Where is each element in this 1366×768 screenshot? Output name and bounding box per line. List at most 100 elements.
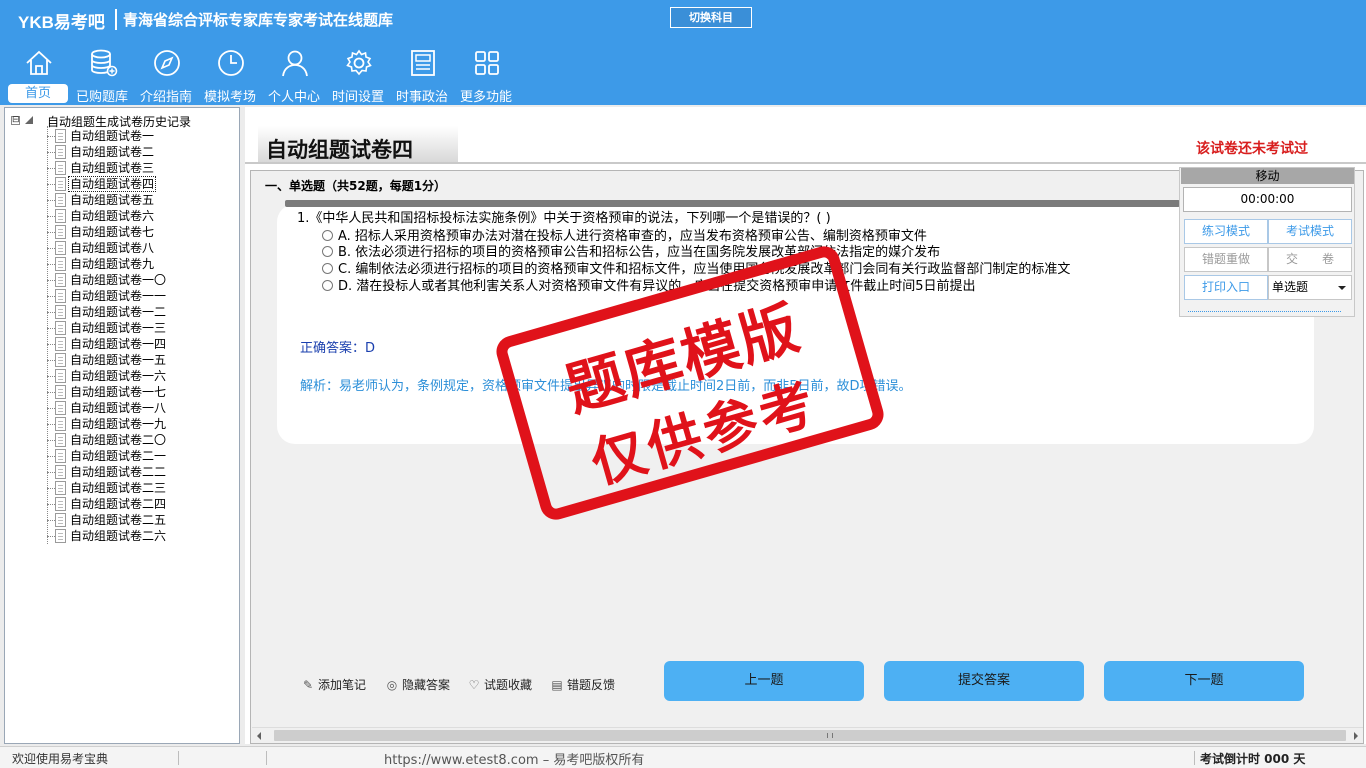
tree-connector xyxy=(47,456,55,457)
correct-answer: 正确答案：D xyxy=(300,341,376,356)
tree-item-label: 自动组题试卷一〇 xyxy=(70,273,167,287)
switch-subject-button[interactable]: 切换科目 xyxy=(670,7,752,28)
scroll-thumb[interactable] xyxy=(274,730,1346,741)
radio-icon[interactable] xyxy=(322,246,333,257)
document-icon xyxy=(55,449,66,463)
gear-icon xyxy=(346,49,372,76)
document-icon xyxy=(55,289,66,303)
tree-item-label: 自动组题试卷一三 xyxy=(70,321,167,335)
control-panel-scroll[interactable] xyxy=(1188,311,1341,314)
paper-title: 自动组题试卷四 xyxy=(266,138,413,162)
submit-paper-button[interactable]: 交 卷 xyxy=(1268,247,1352,272)
option-a[interactable]: A. 招标人采用资格预审办法对潜在投标人进行资格审查的，应当发布资格预审公告、编… xyxy=(322,225,927,244)
nav-time-settings[interactable]: 时间设置 xyxy=(326,46,390,105)
tree-connector xyxy=(47,280,55,281)
document-icon xyxy=(55,225,66,239)
prev-question-button[interactable]: 上一题 xyxy=(664,661,864,701)
status-divider xyxy=(1194,751,1195,765)
tree-item-label: 自动组题试卷一四 xyxy=(70,337,167,351)
clock-icon xyxy=(218,50,244,76)
nav-more-features[interactable]: 更多功能 xyxy=(454,46,518,105)
feedback-icon: ▤ xyxy=(551,678,563,692)
tree-connector xyxy=(47,264,55,265)
horizontal-scrollbar[interactable] xyxy=(252,727,1363,743)
tool-label: 错题反馈 xyxy=(567,678,616,692)
nav-label: 模拟考场 xyxy=(203,90,256,105)
nav-label: 已购题库 xyxy=(75,90,128,105)
option-c[interactable]: C. 编制依法必须进行招标的项目的资格预审文件和招标文件，应当使用国务院发展改革… xyxy=(322,258,1070,277)
document-icon xyxy=(55,337,66,351)
tree-connector xyxy=(47,200,55,201)
hide-answer-tool[interactable]: ◎ 隐藏答案 xyxy=(385,676,450,693)
timer-display: 00:00:00 xyxy=(1183,187,1352,212)
tree-item-label: 自动组题试卷一六 xyxy=(70,369,167,383)
document-icon xyxy=(55,497,66,511)
document-icon xyxy=(55,193,66,207)
document-icon xyxy=(55,305,66,319)
option-b[interactable]: B. 依法必须进行招标的项目的资格预审公告和招标公告，应当在国务院发展改革部门依… xyxy=(322,241,940,260)
title-separator xyxy=(115,9,117,30)
redo-wrong-button[interactable]: 错题重做 xyxy=(1184,247,1268,272)
radio-icon[interactable] xyxy=(322,230,333,241)
exam-countdown: 考试倒计时 000 天 xyxy=(1200,752,1306,766)
tree-item-label: 自动组题试卷五 xyxy=(70,193,155,207)
practice-mode-button[interactable]: 练习模式 xyxy=(1184,219,1268,244)
document-icon xyxy=(55,529,66,543)
tree-item-label: 自动组题试卷一七 xyxy=(70,385,167,399)
error-feedback-tool[interactable]: ▤ 错题反馈 xyxy=(550,676,615,693)
submit-answer-button[interactable]: 提交答案 xyxy=(884,661,1084,701)
document-icon xyxy=(55,321,66,335)
document-icon xyxy=(55,241,66,255)
tree-item-label: 自动组题试卷二六 xyxy=(70,529,167,543)
tree-item-label: 自动组题试卷二三 xyxy=(70,481,167,495)
tree-connector xyxy=(47,408,55,409)
tree-item-label: 自动组题试卷二 xyxy=(70,145,155,159)
nav-personal-center[interactable]: 个人中心 xyxy=(262,46,326,105)
nav-mock-exam[interactable]: 模拟考场 xyxy=(198,46,262,105)
tree-item-label: 自动组题试卷六 xyxy=(70,209,155,223)
tree-connector xyxy=(47,184,55,185)
question-type-select[interactable]: 单选题 xyxy=(1268,275,1352,300)
tree-connector xyxy=(47,536,55,537)
tree-item-label: 自动组题试卷九 xyxy=(70,257,155,271)
nav-label: 时间设置 xyxy=(331,90,384,105)
nav-label: 首页 xyxy=(8,84,68,103)
document-icon xyxy=(55,465,66,479)
tree-item-label: 自动组题试卷八 xyxy=(70,241,155,255)
database-icon xyxy=(91,49,118,77)
option-d[interactable]: D. 潜在投标人或者其他利害关系人对资格预审文件有异议的，应当在提交资格预审申请… xyxy=(322,275,976,294)
nav-home[interactable]: 首页 xyxy=(6,46,70,104)
collapse-toggle-icon[interactable]: ⊟ xyxy=(11,116,20,125)
scroll-right-icon[interactable] xyxy=(1354,732,1358,740)
tree-connector xyxy=(47,312,55,313)
document-icon xyxy=(55,353,66,367)
nav-label: 介绍指南 xyxy=(139,90,192,105)
nav-label: 更多功能 xyxy=(459,90,512,105)
move-handle[interactable]: 移动 xyxy=(1181,168,1354,184)
exam-mode-button[interactable]: 考试模式 xyxy=(1268,219,1352,244)
print-button[interactable]: 打印入口 xyxy=(1184,275,1268,300)
app-logo: YKB易考吧 xyxy=(18,13,105,32)
status-bar: 欢迎使用易考宝典 https://www.etest8.com – 易考吧版权所… xyxy=(0,746,1366,768)
favorite-tool[interactable]: ♡ 试题收藏 xyxy=(467,676,532,693)
tree-item-label: 自动组题试卷七 xyxy=(70,225,155,239)
radio-icon[interactable] xyxy=(322,263,333,274)
document-icon xyxy=(55,129,66,143)
nav-current-affairs[interactable]: 时事政治 xyxy=(390,46,454,105)
radio-icon[interactable] xyxy=(322,280,333,291)
document-icon xyxy=(55,417,66,431)
tree-item-label: 自动组题试卷二二 xyxy=(70,465,167,479)
nav-guide[interactable]: 介绍指南 xyxy=(134,46,198,105)
tree-connector xyxy=(47,152,55,153)
document-icon xyxy=(55,273,66,287)
add-note-tool[interactable]: ✎ 添加笔记 xyxy=(301,676,366,693)
home-icon xyxy=(26,50,52,75)
tree-container: ⊟ 自动组题生成试卷历史记录 自动组题试卷一 自动组题试卷二 自动组题试卷三 自动组题… xyxy=(9,110,239,743)
next-question-button[interactable]: 下一题 xyxy=(1104,661,1304,701)
scroll-left-icon[interactable] xyxy=(257,732,261,740)
tree-connector xyxy=(47,392,55,393)
question-scroll-indicator[interactable] xyxy=(285,200,1180,207)
document-icon xyxy=(55,161,66,175)
nav-purchased[interactable]: 已购题库 xyxy=(70,46,134,105)
tree-connector xyxy=(47,488,55,489)
